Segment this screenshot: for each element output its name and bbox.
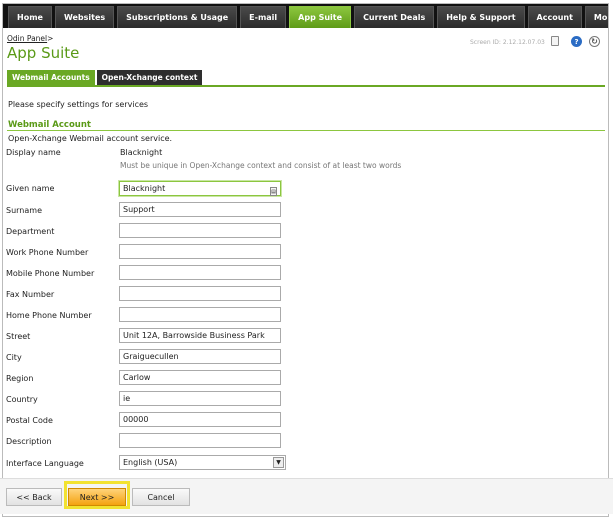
next-button[interactable]: Next >> bbox=[68, 488, 126, 506]
postal-code-label: Postal Code bbox=[6, 416, 53, 425]
section-divider bbox=[7, 130, 605, 131]
cancel-button[interactable]: Cancel bbox=[132, 488, 190, 506]
fax-number-label: Fax Number bbox=[6, 290, 55, 299]
given-name-input[interactable] bbox=[119, 181, 281, 196]
surname-label: Surname bbox=[6, 206, 42, 215]
region-label: Region bbox=[6, 374, 34, 383]
work-phone-label: Work Phone Number bbox=[6, 248, 89, 257]
description-input[interactable] bbox=[119, 433, 281, 448]
interface-language-select[interactable]: English (USA) ▼ bbox=[119, 455, 286, 470]
section-description: Open-Xchange Webmail account service. bbox=[8, 134, 173, 143]
document-icon[interactable] bbox=[551, 36, 559, 46]
mobile-phone-label: Mobile Phone Number bbox=[6, 269, 95, 278]
nav-tab-help-support[interactable]: Help & Support bbox=[437, 6, 525, 28]
department-input[interactable] bbox=[119, 223, 281, 238]
tab-underline bbox=[7, 85, 605, 87]
nav-tab-home[interactable]: Home bbox=[8, 6, 52, 28]
nav-tab-account[interactable]: Account bbox=[527, 6, 582, 28]
screen-id: Screen ID: 2.12.12.07.03 bbox=[470, 39, 545, 46]
section-title: Webmail Account bbox=[8, 120, 91, 130]
app-frame: Home Websites Subscriptions & Usage E-ma… bbox=[2, 3, 609, 517]
nav-tab-app-suite[interactable]: App Suite bbox=[289, 6, 352, 28]
tab-open-xchange-context[interactable]: Open-Xchange context bbox=[96, 70, 203, 85]
description-label: Description bbox=[6, 437, 52, 446]
sub-tabs: Webmail Accounts Open-Xchange context bbox=[7, 70, 203, 85]
help-icon[interactable]: ? bbox=[571, 36, 582, 47]
tab-webmail-accounts[interactable]: Webmail Accounts bbox=[7, 70, 95, 85]
intro-text: Please specify settings for services bbox=[8, 100, 149, 109]
surname-input[interactable] bbox=[119, 202, 281, 217]
autofill-icon[interactable]: ▤ bbox=[270, 187, 277, 196]
region-input[interactable] bbox=[119, 370, 281, 385]
nav-tab-current-deals[interactable]: Current Deals bbox=[354, 6, 435, 28]
nav-tab-websites[interactable]: Websites bbox=[54, 6, 115, 28]
given-name-label: Given name bbox=[6, 184, 55, 193]
nav-tab-subscriptions[interactable]: Subscriptions & Usage bbox=[117, 6, 238, 28]
display-name-value: Blacknight bbox=[120, 148, 163, 157]
display-name-label: Display name bbox=[6, 148, 61, 157]
home-phone-input[interactable] bbox=[119, 307, 281, 322]
postal-code-input[interactable] bbox=[119, 412, 281, 427]
interface-language-label: Interface Language bbox=[6, 459, 84, 468]
country-input[interactable] bbox=[119, 391, 281, 406]
nav-tab-email[interactable]: E-mail bbox=[240, 6, 287, 28]
street-label: Street bbox=[6, 332, 31, 341]
interface-language-value: English (USA) bbox=[123, 458, 178, 467]
chevron-down-icon[interactable]: ▼ bbox=[273, 457, 284, 468]
breadcrumb: Odin Panel> bbox=[7, 34, 53, 43]
nav-tab-more-services[interactable]: More Services bbox=[584, 6, 608, 28]
display-name-hint: Must be unique in Open-Xchange context a… bbox=[120, 161, 402, 170]
fax-number-input[interactable] bbox=[119, 286, 281, 301]
breadcrumb-link-odin-panel[interactable]: Odin Panel bbox=[7, 34, 47, 43]
department-label: Department bbox=[6, 227, 55, 236]
work-phone-input[interactable] bbox=[119, 244, 281, 259]
breadcrumb-separator: > bbox=[47, 34, 54, 43]
home-phone-label: Home Phone Number bbox=[6, 311, 92, 320]
city-label: City bbox=[6, 353, 22, 362]
back-button[interactable]: << Back bbox=[6, 488, 62, 506]
top-navigation: Home Websites Subscriptions & Usage E-ma… bbox=[3, 4, 608, 28]
page-title: App Suite bbox=[7, 44, 80, 62]
country-label: Country bbox=[6, 395, 38, 404]
street-input[interactable] bbox=[119, 328, 281, 343]
city-input[interactable] bbox=[119, 349, 281, 364]
refresh-icon[interactable]: ↻ bbox=[589, 36, 600, 47]
mobile-phone-input[interactable] bbox=[119, 265, 281, 280]
